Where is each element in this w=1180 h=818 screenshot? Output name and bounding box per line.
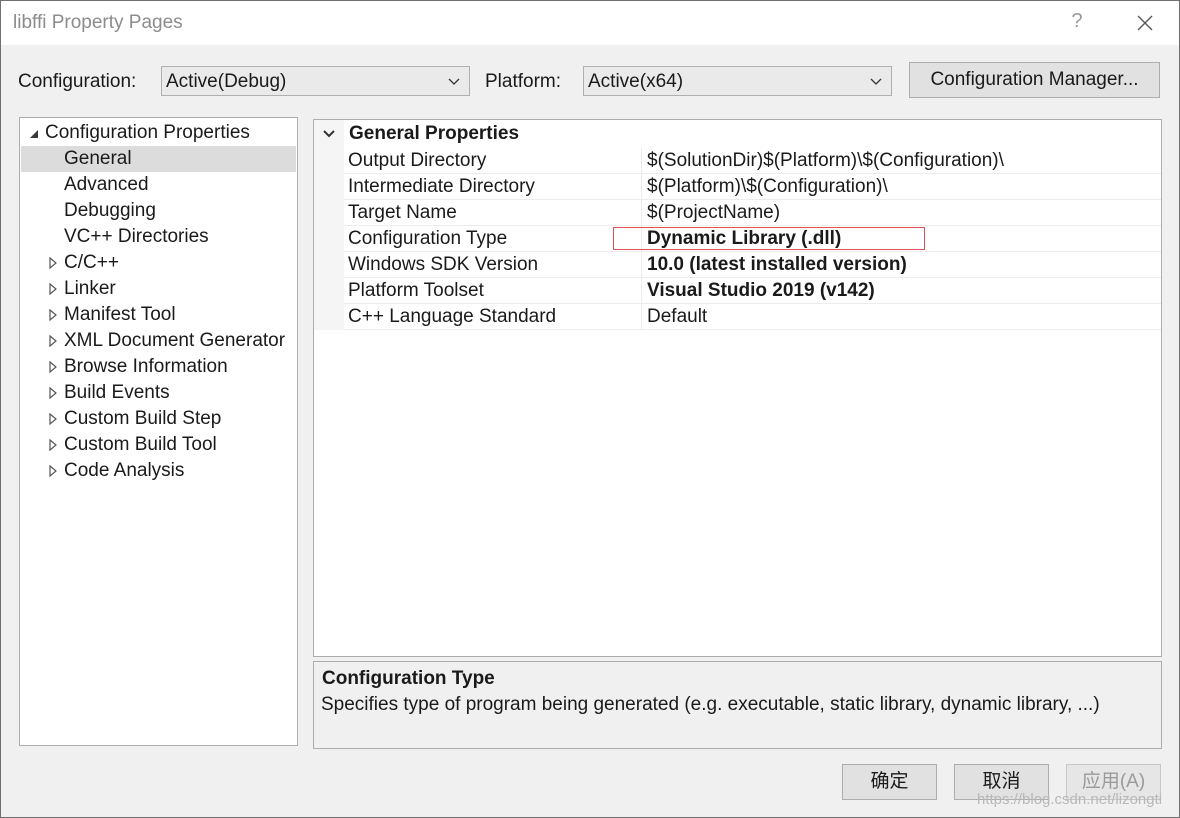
property-row-platform-toolset[interactable]: Platform Toolset Visual Studio 2019 (v142… <box>344 278 1161 304</box>
close-icon <box>1137 15 1153 31</box>
tree-item-debugging[interactable]: Debugging <box>21 198 296 224</box>
tree-item-build-events[interactable]: Build Events <box>21 380 296 406</box>
collapsed-triangle-icon[interactable] <box>48 283 58 295</box>
property-name: Configuration Type <box>348 228 508 249</box>
highlight-annotation <box>613 227 925 250</box>
title-bar: libffi Property Pages ? <box>1 1 1179 45</box>
tree-item-custom-build-tool[interactable]: Custom Build Tool <box>21 432 296 458</box>
configuration-label: Configuration: <box>18 71 137 92</box>
tree-item-label: VC++ Directories <box>64 226 209 247</box>
tree-item-label: Custom Build Tool <box>64 434 217 455</box>
category-general-properties[interactable]: General Properties <box>314 120 1161 148</box>
configuration-dropdown[interactable]: Active(Debug) <box>161 66 470 96</box>
tree-item-label: C/C++ <box>64 252 119 273</box>
collapsed-triangle-icon[interactable] <box>48 309 58 321</box>
expanded-triangle-icon[interactable] <box>29 128 39 140</box>
chevron-down-icon[interactable] <box>322 128 336 140</box>
platform-dropdown[interactable]: Active(x64) <box>583 66 892 96</box>
collapsed-triangle-icon[interactable] <box>48 465 58 477</box>
platform-value: Active(x64) <box>588 71 684 92</box>
category-label: General Properties <box>349 123 520 144</box>
tree-item-browse-information[interactable]: Browse Information <box>21 354 296 380</box>
property-name: C++ Language Standard <box>348 306 557 327</box>
tree-item-label: Custom Build Step <box>64 408 222 429</box>
property-row-c-language-standard[interactable]: C++ Language Standard Default <box>344 304 1161 330</box>
grid-gutter <box>314 120 344 330</box>
property-row-output-directory[interactable]: Output Directory $(SolutionDir)$(Platform… <box>344 148 1161 174</box>
property-name: Windows SDK Version <box>348 254 539 275</box>
tree-item-label: General <box>64 148 132 169</box>
help-button[interactable]: ? <box>1067 10 1087 36</box>
description-title: Configuration Type <box>322 668 495 689</box>
tree-item-label: Linker <box>64 278 116 299</box>
tree-item-label: Code Analysis <box>64 460 185 481</box>
property-grid: General Properties Output Directory $(Sol… <box>313 119 1162 657</box>
tree-item-code-analysis[interactable]: Code Analysis <box>21 458 296 484</box>
collapsed-triangle-icon[interactable] <box>48 257 58 269</box>
property-row-intermediate-directory[interactable]: Intermediate Directory $(Platform)\$(Conf… <box>344 174 1161 200</box>
property-row-target-name[interactable]: Target Name $(ProjectName) <box>344 200 1161 226</box>
property-value[interactable]: Visual Studio 2019 (v142) <box>647 280 875 302</box>
tree-item-label: Build Events <box>64 382 170 403</box>
property-tree: Configuration Properties General Advanced… <box>19 117 298 746</box>
collapsed-triangle-icon[interactable] <box>48 361 58 373</box>
tree-item-manifest-tool[interactable]: Manifest Tool <box>21 302 296 328</box>
tree-item-label: Configuration Properties <box>45 122 250 143</box>
tree-item-label: Advanced <box>64 174 149 195</box>
tree-item-c-c[interactable]: C/C++ <box>21 250 296 276</box>
tree-root-configuration-properties[interactable]: Configuration Properties <box>21 120 296 146</box>
watermark: https://blog.csdn.net/lizongti <box>977 791 1163 808</box>
property-name: Target Name <box>348 202 457 223</box>
property-name: Output Directory <box>348 150 487 171</box>
property-name: Intermediate Directory <box>348 176 535 197</box>
column-divider <box>641 148 642 174</box>
chevron-down-icon <box>870 78 882 85</box>
column-divider <box>641 200 642 226</box>
column-divider <box>641 252 642 278</box>
property-value[interactable]: Default <box>647 306 707 328</box>
collapsed-triangle-icon[interactable] <box>48 439 58 451</box>
property-row-windows-sdk-version[interactable]: Windows SDK Version 10.0 (latest installe… <box>344 252 1161 278</box>
property-value[interactable]: $(ProjectName) <box>647 202 780 224</box>
tree-item-custom-build-step[interactable]: Custom Build Step <box>21 406 296 432</box>
property-value[interactable]: $(SolutionDir)$(Platform)\$(Configuratio… <box>647 150 1004 172</box>
tree-item-vc-directories[interactable]: VC++ Directories <box>21 224 296 250</box>
tree-item-xml-document-generator[interactable]: XML Document Generator <box>21 328 296 354</box>
column-divider <box>641 278 642 304</box>
collapsed-triangle-icon[interactable] <box>48 387 58 399</box>
configuration-manager-button[interactable]: Configuration Manager... <box>909 62 1160 98</box>
configuration-value: Active(Debug) <box>166 71 287 92</box>
tree-item-label: XML Document Generator <box>64 330 286 351</box>
tree-item-label: Manifest Tool <box>64 304 176 325</box>
collapsed-triangle-icon[interactable] <box>48 413 58 425</box>
property-value[interactable]: 10.0 (latest installed version) <box>647 254 907 276</box>
column-divider <box>641 174 642 200</box>
tree-item-label: Browse Information <box>64 356 228 377</box>
close-button[interactable] <box>1131 9 1159 37</box>
tree-item-label: Debugging <box>64 200 156 221</box>
tree-item-general[interactable]: General <box>21 146 296 172</box>
ok-button[interactable]: 确定 <box>842 764 937 800</box>
property-value[interactable]: $(Platform)\$(Configuration)\ <box>647 176 888 198</box>
window-title: libffi Property Pages <box>13 12 183 33</box>
property-name: Platform Toolset <box>348 280 484 301</box>
description-panel: Configuration Type Specifies type of pro… <box>313 661 1162 749</box>
platform-label: Platform: <box>485 71 562 92</box>
chevron-down-icon <box>448 78 460 85</box>
tree-item-advanced[interactable]: Advanced <box>21 172 296 198</box>
collapsed-triangle-icon[interactable] <box>48 335 58 347</box>
description-text: Specifies type of program being generate… <box>321 694 1100 715</box>
property-pages-window: libffi Property Pages ? Configuration: A… <box>0 0 1180 818</box>
tree-item-linker[interactable]: Linker <box>21 276 296 302</box>
column-divider <box>641 304 642 330</box>
